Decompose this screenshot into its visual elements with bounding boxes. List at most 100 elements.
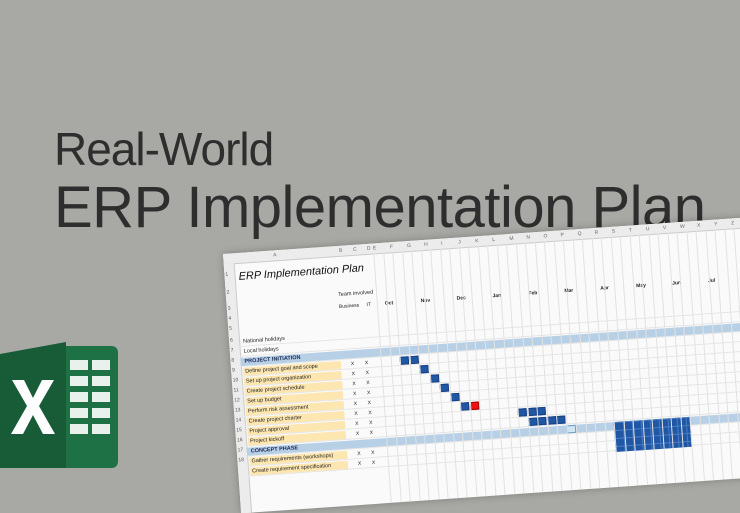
row-number: 14 xyxy=(235,417,242,424)
column-letter: L xyxy=(492,236,496,244)
column-letter: P xyxy=(560,232,565,239)
business-mark: X xyxy=(352,391,357,398)
row-number: 9 xyxy=(231,367,236,374)
grid-line xyxy=(477,246,497,506)
it-mark: X xyxy=(368,409,372,417)
business-mark: X xyxy=(357,460,362,468)
business-mark: X xyxy=(351,371,356,378)
it-mark: X xyxy=(369,429,374,437)
grid-line xyxy=(515,243,535,503)
grid-line xyxy=(676,232,696,492)
row-number: 11 xyxy=(233,387,239,394)
column-letter: N xyxy=(526,234,531,241)
row-number: 1 xyxy=(225,271,229,278)
row-number: 5 xyxy=(228,325,233,332)
it-label: IT xyxy=(366,301,372,309)
column-letter: X xyxy=(696,222,701,229)
grid-line xyxy=(562,240,582,500)
row-number: 6 xyxy=(229,337,234,344)
grid-line xyxy=(638,234,658,495)
column-letter: A xyxy=(272,252,277,259)
grid-line xyxy=(610,236,630,497)
business-mark: X xyxy=(353,400,358,408)
column-letter: F xyxy=(389,244,394,251)
column-letter: U xyxy=(645,226,650,233)
column-letter: T xyxy=(628,227,633,234)
it-mark: X xyxy=(367,400,372,407)
grid-line xyxy=(439,248,459,509)
business-label: Business xyxy=(338,302,360,310)
grid-line xyxy=(543,241,564,501)
it-mark: X xyxy=(368,419,373,427)
grid-line xyxy=(600,237,620,497)
grid-line xyxy=(572,239,592,499)
grid-line xyxy=(581,238,601,499)
grid-line xyxy=(392,252,412,512)
column-letter: J xyxy=(458,239,461,246)
column-letter: R xyxy=(594,229,599,236)
grid-line xyxy=(667,232,687,493)
row-number: 10 xyxy=(232,377,239,384)
grid-line xyxy=(591,238,611,498)
column-letter: S xyxy=(611,228,616,235)
grid-line xyxy=(657,233,677,493)
row-number: 17 xyxy=(237,447,244,454)
grid-line xyxy=(487,245,507,505)
grid-line xyxy=(373,253,393,513)
column-letter: I xyxy=(440,240,443,247)
grid-line xyxy=(505,244,526,504)
grid-line xyxy=(619,236,639,496)
column-letter: E xyxy=(372,245,377,252)
grid-line xyxy=(695,230,715,491)
grid-line xyxy=(524,242,545,503)
grid-line xyxy=(553,240,573,501)
grid-line xyxy=(496,244,516,505)
row-number: 3 xyxy=(227,305,231,312)
row-number: 8 xyxy=(231,357,235,364)
grid-line xyxy=(411,250,431,511)
grid-line xyxy=(714,229,734,489)
excel-logo-icon xyxy=(0,342,118,468)
column-letter: Q xyxy=(577,230,582,238)
row-number: 2 xyxy=(226,289,230,296)
business-mark: X xyxy=(354,410,359,418)
business-mark: X xyxy=(352,381,356,388)
it-mark: X xyxy=(371,459,376,467)
it-mark: X xyxy=(371,449,375,457)
column-letter: K xyxy=(475,238,479,245)
spreadsheet: ABCDEFGHIJKLMNOPQRSTUVWXYZ 1 2 3 4 5 6 7 8 9 10 11… xyxy=(222,214,740,513)
row-number: 15 xyxy=(236,427,243,434)
it-mark: X xyxy=(365,370,370,377)
business-mark: X xyxy=(354,420,359,428)
grid-line xyxy=(401,251,421,511)
spreadsheet-preview: ABCDEFGHIJKLMNOPQRSTUVWXYZ 1 2 3 4 5 6 7 8 9 10 11… xyxy=(222,201,740,513)
grid-line xyxy=(648,234,668,494)
it-mark: X xyxy=(366,390,371,397)
business-mark: X xyxy=(350,361,355,368)
column-letter: G xyxy=(406,242,412,250)
grid-line xyxy=(723,228,740,489)
headline-subtitle: Real-World xyxy=(54,123,274,175)
column-letter: M xyxy=(509,235,514,242)
row-number: 4 xyxy=(228,315,232,322)
business-mark: X xyxy=(357,450,361,458)
column-letter: C xyxy=(352,246,357,253)
team-subheader: Business IT xyxy=(339,302,371,310)
column-letter: D xyxy=(366,245,371,252)
row-number: 16 xyxy=(236,437,243,444)
team-header: Team involved xyxy=(337,289,374,299)
grid-line xyxy=(686,231,706,491)
grid-line xyxy=(382,252,402,513)
column-letter: W xyxy=(679,223,685,231)
grid-line xyxy=(468,246,488,507)
sheet-title: ERP Implementation Plan xyxy=(238,262,365,283)
grid-line xyxy=(534,242,554,502)
grid-line xyxy=(704,230,725,490)
row-number: 13 xyxy=(234,407,241,414)
column-letter: O xyxy=(543,233,548,240)
row-number: 7 xyxy=(230,347,234,354)
grid-line xyxy=(449,248,469,508)
column-letter: V xyxy=(662,224,667,232)
column-letter: H xyxy=(423,241,428,248)
grid-line xyxy=(629,235,649,495)
